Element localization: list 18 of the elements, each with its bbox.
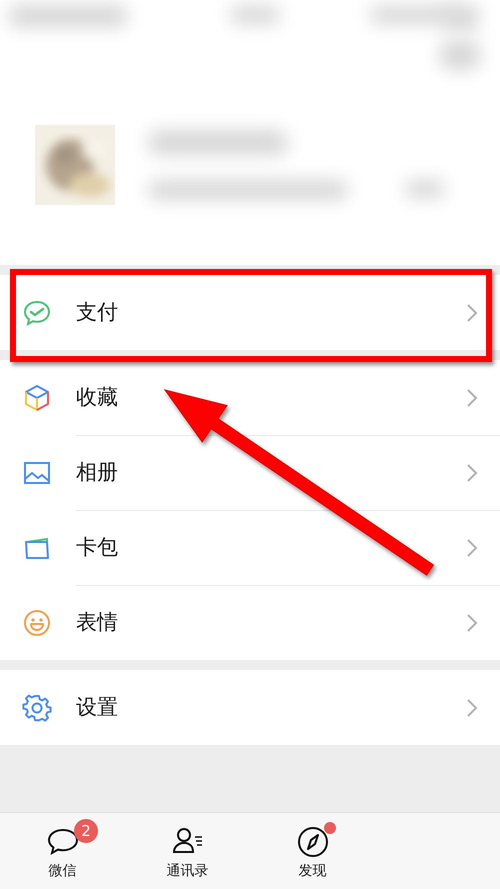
menu-item[interactable]: 支付 — [0, 275, 500, 350]
tab[interactable]: 发现 — [250, 813, 375, 889]
cube-icon — [22, 382, 52, 412]
settings-icon — [22, 692, 52, 722]
chevron-icon — [466, 538, 478, 558]
chevron-icon — [466, 302, 478, 322]
chevron-icon — [466, 698, 478, 718]
chevron-icon — [466, 462, 478, 482]
tab[interactable]: 通讯录 — [125, 813, 250, 889]
menu-item[interactable]: 表情 — [0, 585, 500, 660]
menu-item[interactable]: 设置 — [0, 670, 500, 745]
chevron-icon — [466, 612, 478, 632]
unread-badge: 2 — [74, 819, 98, 843]
smiley-icon — [22, 608, 52, 638]
chevron-icon — [466, 388, 478, 408]
menu-item[interactable]: 收藏 — [0, 360, 500, 435]
compass-icon — [296, 825, 330, 859]
tab[interactable]: 微信 2 — [0, 813, 125, 889]
